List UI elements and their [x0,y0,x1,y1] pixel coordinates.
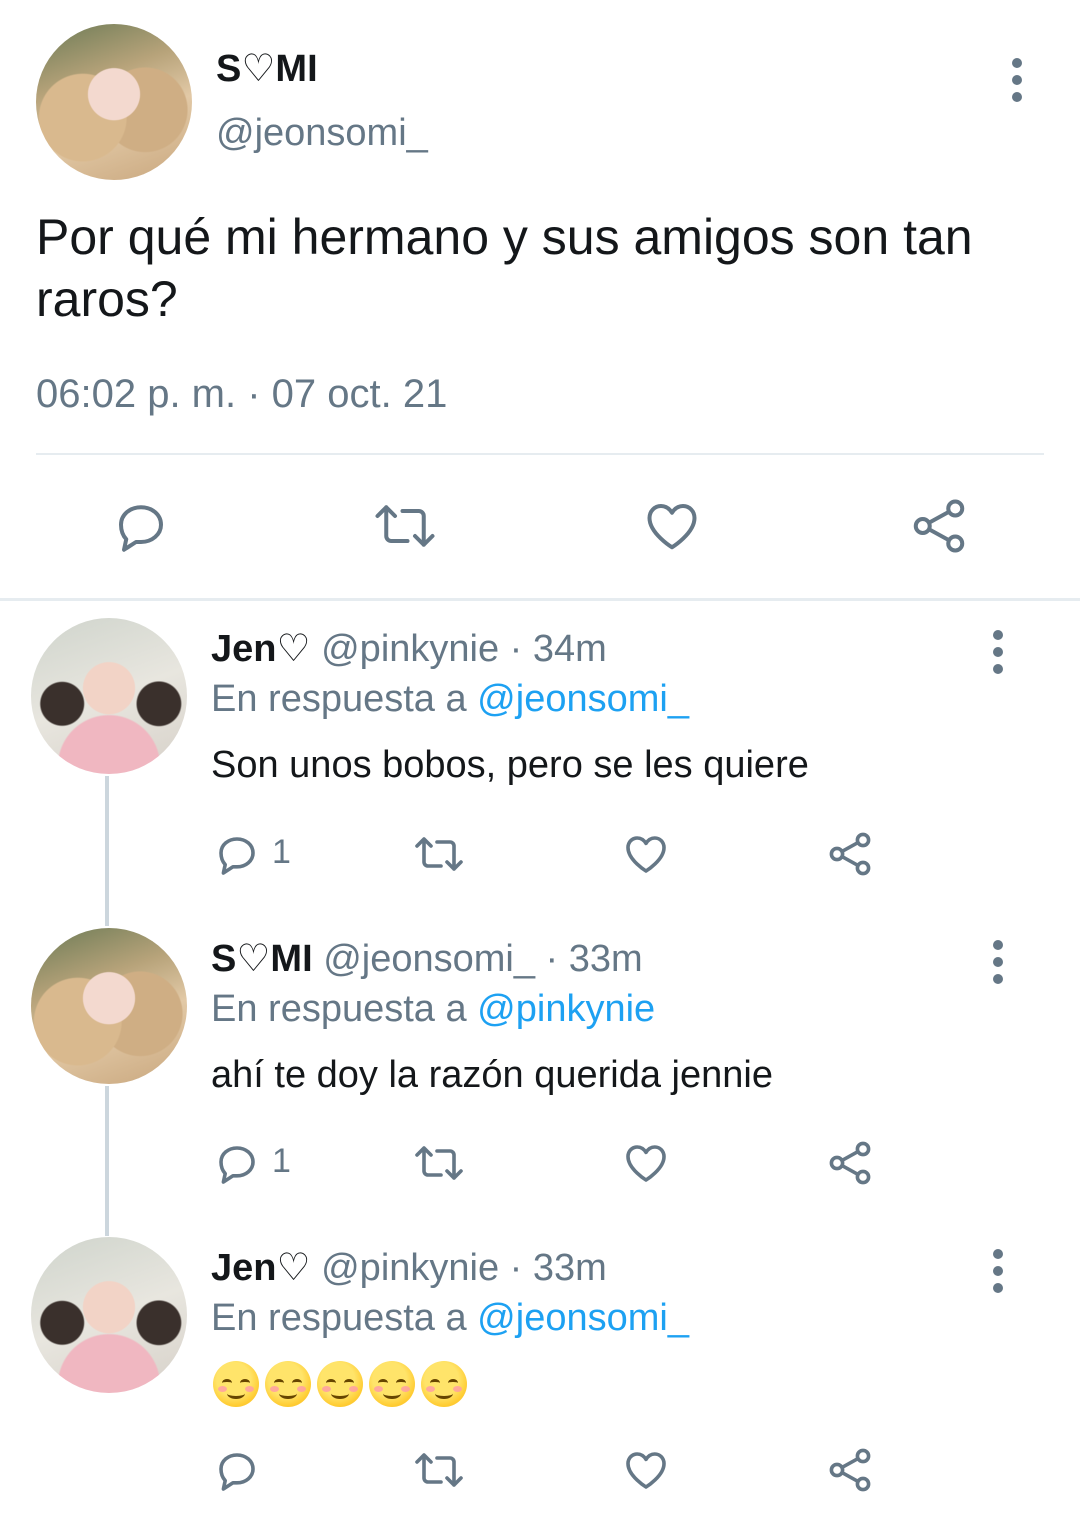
smiling-face-emoji [317,1361,363,1407]
more-options-icon[interactable] [992,1249,1004,1300]
reply-time: · 34m [509,628,607,670]
reply-prefix: En respuesta a [211,1297,467,1339]
divider [36,453,1044,455]
more-options-icon[interactable] [992,940,1004,991]
retweet-icon[interactable] [412,1446,466,1494]
reply-text-emojis: ☺☺☺☺☺ [213,1361,473,1411]
retweet-icon[interactable] [412,830,466,878]
smiling-face-emoji [421,1361,467,1407]
reply-time: · 33m [509,1247,607,1289]
share-icon[interactable] [825,1139,875,1187]
smiling-face-emoji [265,1361,311,1407]
reply-to-link[interactable]: @jeonsomi_ [477,678,689,720]
reply-avatar[interactable] [31,928,187,1084]
more-options-icon[interactable] [992,630,1004,681]
reply-prefix: En respuesta a [211,678,467,720]
reply-handle[interactable]: @pinkynie [321,1247,499,1289]
reply-context: En respuesta a @pinkynie [211,988,655,1031]
author-avatar[interactable] [36,24,192,180]
share-icon[interactable] [908,496,970,556]
reply-header: Jen♡ @pinkynie · 33m [211,1245,607,1290]
reply-count: 1 [272,1142,291,1180]
reply-display-name[interactable]: S♡MI [211,938,313,980]
reply-icon[interactable] [111,496,171,556]
thread-line [105,776,109,926]
reply-handle[interactable]: @pinkynie [321,628,499,670]
reply-avatar[interactable] [31,1237,187,1393]
section-divider [0,598,1080,601]
smiling-face-emoji [369,1361,415,1407]
reply-text: ahí te doy la razón querida jennie [211,1054,773,1096]
reply-context: En respuesta a @jeonsomi_ [211,1297,689,1340]
thread-line [105,1086,109,1236]
reply-header: Jen♡ @pinkynie · 34m [211,626,607,671]
tweet-timestamp: 06:02 p. m. · 07 oct. 21 [36,372,448,416]
like-icon[interactable] [621,1446,671,1494]
reply-text: Son unos bobos, pero se les quiere [211,744,809,786]
like-icon[interactable] [621,830,671,878]
reply-icon[interactable] [213,1139,261,1187]
retweet-icon[interactable] [412,1139,466,1187]
tweet-text: Por qué mi hermano y sus amigos son tan … [36,209,973,327]
reply-prefix: En respuesta a [211,988,467,1030]
reply-to-link[interactable]: @jeonsomi_ [477,1297,689,1339]
reply-to-link[interactable]: @pinkynie [477,988,655,1030]
reply-display-name[interactable]: Jen♡ [211,1247,311,1289]
retweet-icon[interactable] [372,496,438,556]
reply-time: · 33m [545,938,643,980]
smiling-face-emoji [213,1361,259,1407]
author-handle[interactable]: @jeonsomi_ [216,112,428,155]
more-options-icon[interactable] [1011,58,1023,109]
reply-avatar[interactable] [31,618,187,774]
reply-display-name[interactable]: Jen♡ [211,628,311,670]
reply-context: En respuesta a @jeonsomi_ [211,678,689,721]
author-display-name[interactable]: S♡MI [216,46,318,91]
reply-count: 1 [272,833,291,871]
reply-header: S♡MI @jeonsomi_ · 33m [211,936,643,981]
like-icon[interactable] [621,1139,671,1187]
share-icon[interactable] [825,1446,875,1494]
like-icon[interactable] [641,496,703,556]
reply-icon[interactable] [213,830,261,878]
reply-icon[interactable] [213,1446,261,1494]
reply-handle[interactable]: @jeonsomi_ [323,938,535,980]
share-icon[interactable] [825,830,875,878]
